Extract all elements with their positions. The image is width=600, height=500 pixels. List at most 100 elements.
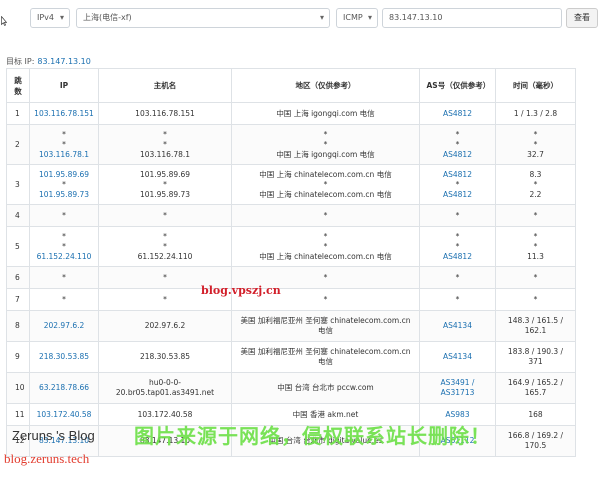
cell-text: *	[533, 294, 538, 304]
asn-link[interactable]: AS983	[420, 410, 495, 420]
cell-time: *	[495, 288, 576, 311]
watermark-blog-name: Zeruns 's Blog	[12, 428, 95, 443]
cell-text: *	[455, 294, 460, 304]
asn-link[interactable]: AS4812	[420, 150, 495, 160]
cell-time: 164.9 / 165.2 /165.7	[495, 372, 576, 404]
cell-text: 美国 加利福尼亚州 圣何塞 chinatelecom.com.cn	[240, 347, 411, 356]
asn-link[interactable]: AS3491 /	[420, 378, 495, 388]
cell-text: *	[323, 139, 328, 149]
cell-text: *	[323, 129, 328, 139]
cell-hostname: 202.97.6.2	[98, 310, 232, 342]
cell-region: 美国 加利福尼亚州 圣何塞 chinatelecom.com.cn 电信	[231, 310, 420, 342]
cell-text: 1 / 1.3 / 2.8	[513, 108, 558, 118]
cell-time: 183.8 / 190.3 /371	[495, 341, 576, 373]
cell-text: 103.172.40.58	[137, 409, 193, 419]
cell-asn: AS4812 * AS4812	[419, 164, 496, 205]
ip-link[interactable]: 103.116.78.1	[30, 150, 98, 160]
chevron-down-icon: ▾	[367, 13, 372, 22]
cell-text: 170.5	[524, 441, 547, 450]
cell-asn: AS3491 /AS31713	[419, 372, 496, 404]
cell-text: 美国 加利福尼亚州 圣何塞 chinatelecom.com.cn	[240, 316, 411, 325]
cell-text: *	[323, 241, 328, 251]
cell-asn: *	[419, 204, 496, 227]
cell-text: 2.2	[529, 189, 542, 199]
cell-time: 166.8 / 169.2 /170.5	[495, 425, 576, 457]
asn-link[interactable]: AS4812	[420, 170, 495, 180]
ip-link[interactable]: 103.172.40.58	[30, 410, 98, 420]
cell-text: *	[163, 241, 167, 251]
cell-region: * * 中国 上海 igongqi.com 电信	[231, 124, 420, 165]
cell-text: 中国 香港 akm.net	[292, 409, 359, 419]
cell-hop: 5	[6, 226, 30, 267]
node-select[interactable]: 上海(电信-xf) ▾	[76, 8, 330, 28]
cell-ip: 63.218.78.66	[29, 372, 99, 404]
cell-text: 164.9 / 165.2 /	[507, 378, 564, 387]
cell-text: *	[62, 241, 66, 251]
ip-link[interactable]: 218.30.53.85	[30, 352, 98, 362]
cell-text: 166.8 / 169.2 /	[507, 431, 564, 440]
cell-text: 32.7	[527, 149, 544, 159]
cell-hop: 7	[6, 288, 30, 311]
header-hop: 跳数	[6, 68, 30, 103]
ip-version-select[interactable]: IPv4 ▾	[30, 8, 70, 28]
cell-text: 电信	[318, 357, 333, 366]
cell-text: *	[533, 129, 538, 139]
cell-hostname: 103.116.78.151	[98, 102, 232, 125]
cell-text: *	[163, 231, 167, 241]
cell-text: 中国 上海 igongqi.com 电信	[276, 149, 375, 159]
protocol-value: ICMP	[343, 13, 363, 22]
header-asn: AS号（仅供参考）	[419, 68, 496, 103]
cell-region: * * 中国 上海 chinatelecom.com.cn 电信	[231, 226, 420, 267]
cell-text: *	[163, 210, 167, 220]
cell-text: 218.30.53.85	[139, 352, 191, 361]
asn-link[interactable]: AS4812	[420, 252, 495, 262]
cell-text: *	[455, 129, 460, 139]
asn-link[interactable]: AS4812	[420, 109, 495, 119]
cell-region: 美国 加利福尼亚州 圣何塞 chinatelecom.com.cn 电信	[231, 341, 420, 373]
cell-time: 8.3 * 2.2	[495, 164, 576, 205]
query-button[interactable]: 查看	[566, 8, 598, 28]
table-row: 4 * * * * *	[6, 204, 576, 227]
header-region: 地区（仅供参考）	[231, 68, 420, 103]
chevron-down-icon: ▾	[319, 13, 324, 22]
table-row: 6 * * * * *	[6, 266, 576, 289]
cell-text: 中国 上海 chinatelecom.com.cn 电信	[259, 251, 392, 261]
protocol-select[interactable]: ICMP ▾	[336, 8, 378, 28]
ip-link[interactable]: 101.95.89.69	[30, 170, 98, 180]
ip-link[interactable]: 63.218.78.66	[30, 383, 98, 393]
watermark-blog-url: blog.zeruns.tech	[4, 451, 90, 466]
ip-link[interactable]: 101.95.89.73	[30, 190, 98, 200]
cell-region: 中国 上海 igongqi.com 电信	[231, 102, 420, 125]
asn-link[interactable]: AS4134	[420, 321, 495, 331]
cell-asn: *	[419, 288, 496, 311]
asn-link[interactable]: AS4812	[420, 190, 495, 200]
cell-time: *	[495, 266, 576, 289]
cell-asn: * * AS4812	[419, 124, 496, 165]
table-row: 10 63.218.78.66 hu0-0-0- 20.br05.tap01.as34…	[6, 372, 576, 404]
asn-link[interactable]: AS4134	[420, 352, 495, 362]
ip-link[interactable]: 103.116.78.151	[30, 109, 98, 119]
ip-link[interactable]: 61.152.24.110	[30, 252, 98, 262]
cell-text: 101.95.89.69	[139, 169, 191, 179]
cell-text: 168	[528, 409, 543, 419]
table-row: 3 101.95.89.69 * 101.95.89.73 101.95.89.69 * 1…	[6, 164, 576, 205]
asn-link[interactable]: AS31713	[420, 388, 495, 398]
cell-hostname: * * 61.152.24.110	[98, 226, 232, 267]
header-ip: IP	[29, 68, 99, 103]
cell-text: *	[533, 210, 538, 220]
table-row: 5 * * 61.152.24.110 * * 61.152.24.110 * * 中国 上海 c…	[6, 226, 576, 267]
cell-hostname: *	[98, 204, 232, 227]
cell-text: 电信	[318, 326, 333, 335]
cell-ip: *	[29, 288, 99, 311]
table-row: 8 202.97.6.2 202.97.6.2 美国 加利福尼亚州 圣何塞 china…	[6, 310, 576, 342]
cell-region: *	[231, 204, 420, 227]
table-row: 9 218.30.53.85 218.30.53.85 美国 加利福尼亚州 圣何塞 c…	[6, 341, 576, 373]
cell-hop: 3	[6, 164, 30, 205]
cell-text: 103.116.78.1	[139, 149, 191, 159]
ip-link[interactable]: 202.97.6.2	[30, 321, 98, 331]
target-input[interactable]: 83.147.13.10	[382, 8, 562, 28]
cell-text: 101.95.89.73	[139, 189, 191, 199]
cell-hop: 10	[6, 372, 30, 404]
chevron-down-icon: ▾	[59, 13, 64, 22]
cell-ip: *	[29, 204, 99, 227]
